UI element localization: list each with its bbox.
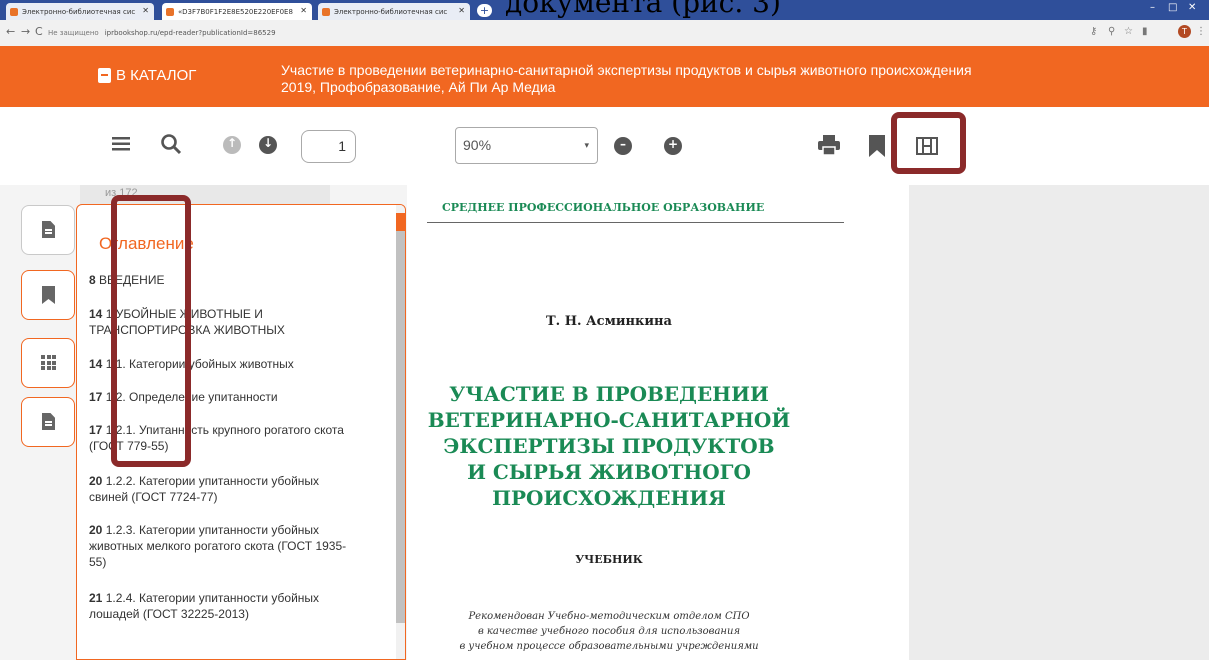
favicon-icon [322,7,330,16]
toc-page: 21 [89,591,103,605]
browser-tab[interactable]: Электронно-библиотечная сис ✕ [318,3,470,20]
url-field[interactable]: Не защищено iprbookshop.ru/epd-reader?pub… [48,25,1068,41]
maximize-icon[interactable]: □ [1168,2,1177,13]
overlay-heading: документа (рис. 3) [505,0,781,19]
tab-label: Электронно-библиотечная сис [334,7,448,16]
page-number-input[interactable]: 1 [301,130,356,163]
grid-icon [41,355,56,370]
minimize-icon[interactable]: – [1150,2,1155,13]
page-title-line: И СЫРЬЯ ЖИВОТНОГО [467,460,751,484]
page-author: Т. Н. Асминкина [546,314,672,329]
menu-icon[interactable] [111,134,131,154]
favicon-icon [166,7,174,16]
catalog-button[interactable]: В КАТАЛОГ [98,67,196,84]
toc-page: 17 [89,390,103,404]
page-title: УЧАСТИЕ В ПРОВЕДЕНИИ ВЕТЕРИНАРНО-САНИТАР… [407,381,811,511]
page-series: СРЕДНЕЕ ПРОФЕССИОНАЛЬНОЕ ОБРАЗОВАНИЕ [442,201,765,214]
document-icon [42,221,55,238]
highlight-box [111,195,191,467]
highlight-box [891,112,966,174]
menu-dots-icon[interactable]: ⋮ [1196,26,1206,37]
tab-thumbnails[interactable] [21,338,75,388]
book-title: Участие в проведении ветеринарно-санитар… [281,62,1181,96]
catalog-label: В КАТАЛОГ [116,67,197,84]
window-close-icon[interactable]: ✕ [1188,2,1196,13]
bookmark-icon [42,286,55,304]
page-divider [427,222,844,223]
browser-tab[interactable]: Электронно-библиотечная сис ✕ [6,3,154,20]
toc-item[interactable]: 21 1.2.4. Категории упитанности убойных … [89,590,361,622]
page-title-line: ПРОИСХОЖДЕНИЯ [492,486,726,510]
minus-icon[interactable]: – [614,137,632,155]
toc-page: 20 [89,474,103,488]
toc-scroll-up[interactable] [396,213,405,231]
chevron-down-icon: ▾ [584,140,589,150]
new-tab-button[interactable]: + [477,4,492,17]
back-icon[interactable]: ← [6,25,15,38]
arrow-down-icon[interactable]: ↓ [259,136,277,154]
reader-header: В КАТАЛОГ Участие в проведении ветеринар… [0,46,1209,107]
toc-page: 17 [89,423,103,437]
security-label: Не защищено [48,29,99,37]
toc-item[interactable]: 20 1.2.3. Категории упитанности убойных … [89,522,361,570]
reader-toolbar: ↑ ↓ 1 90% ▾ – + [0,107,1209,185]
avatar[interactable]: T [1178,25,1191,38]
close-icon[interactable]: ✕ [142,6,149,15]
book-publisher-line: 2019, Профобразование, Ай Пи Ар Медиа [281,79,556,95]
page-margin [909,185,1209,660]
zoom-select[interactable]: 90% ▾ [455,127,598,164]
document-icon [42,413,55,430]
plus-icon[interactable]: + [664,137,682,155]
toc-page: 20 [89,523,103,537]
tab-label: Электронно-библиотечная сис [22,7,136,16]
bookmark-icon[interactable] [869,135,885,162]
toc-page: 14 [89,357,103,371]
zoom-icon[interactable]: ⚲ [1108,26,1115,37]
close-icon[interactable]: ✕ [300,6,307,15]
search-icon[interactable] [160,133,182,160]
recommendation-line: в качестве учебного пособия для использо… [477,626,741,637]
toc-item[interactable]: 20 1.2.2. Категории упитанности убойных … [89,473,361,505]
favicon-icon [10,7,18,16]
star-icon[interactable]: ☆ [1124,26,1133,37]
toc-page: 14 [89,307,103,321]
reload-icon[interactable]: C [35,25,43,38]
page-title-line: ВЕТЕРИНАРНО-САНИТАРНОЙ [427,408,791,432]
address-bar: ← → C Не защищено iprbookshop.ru/epd-read… [0,20,1209,47]
recommendation-line: Рекомендован Учебно-методическим отделом… [468,611,750,622]
tab-document-info[interactable] [21,205,75,255]
key-icon[interactable]: ⚷ [1090,26,1097,37]
arrow-up-icon[interactable]: ↑ [223,136,241,154]
page-title-line: УЧАСТИЕ В ПРОВЕДЕНИИ [449,382,769,406]
toc-page: 8 [89,273,96,287]
zoom-value: 90% [463,137,492,153]
tab-label: «D3F7B0F1F2E8E520E220EF0E8 [178,7,293,16]
browser-tab-active[interactable]: «D3F7B0F1F2E8E520E220EF0E8 ✕ [162,3,312,20]
book-title-line: Участие в проведении ветеринарно-санитар… [281,62,972,78]
toc-scroll-thumb[interactable] [396,213,405,623]
page-title-line: ЭКСПЕРТИЗЫ ПРОДУКТОВ [443,434,775,458]
recommendation-line: в учебном процессе образовательными учре… [459,641,759,652]
book-icon [98,68,111,83]
toc-text: 1.2.4. Категории упитанности убойных лош… [89,591,320,621]
extension-icon[interactable]: ▮ [1142,26,1148,37]
tab-bookmarks[interactable] [21,270,75,320]
page-kind: УЧЕБНИК [575,553,643,566]
forward-icon[interactable]: → [21,25,30,38]
page-recommendation: Рекомендован Учебно-методическим отделом… [407,609,811,654]
print-icon[interactable] [818,135,840,160]
book-page: СРЕДНЕЕ ПРОФЕССИОНАЛЬНОЕ ОБРАЗОВАНИЕ Т. … [407,185,909,660]
url-text: iprbookshop.ru/epd-reader?publicationId=… [104,29,276,37]
close-icon[interactable]: ✕ [458,6,465,15]
toc-text: 1.2.3. Категории упитанности убойных жив… [89,523,347,569]
tab-notes[interactable] [21,397,75,447]
toc-text: 1.2.2. Категории упитанности убойных сви… [89,474,320,504]
